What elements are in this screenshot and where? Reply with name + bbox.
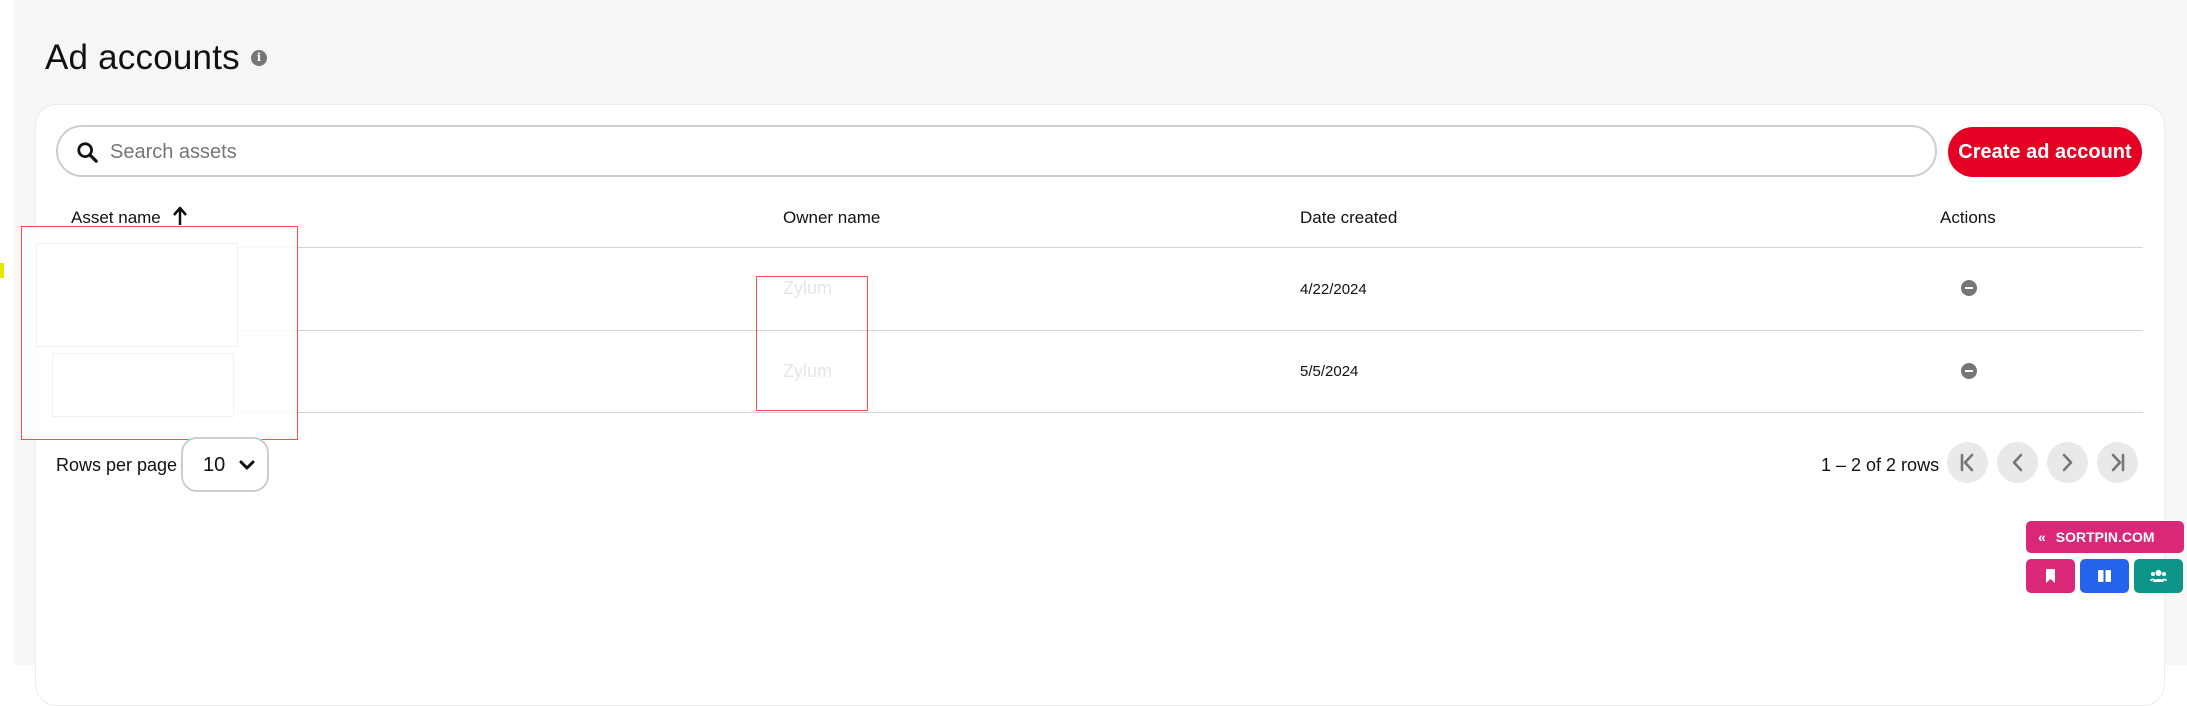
sortpin-badge[interactable]: « SORTPIN.COM xyxy=(2026,521,2184,553)
sort-ascending-icon[interactable] xyxy=(172,206,188,226)
header-divider xyxy=(56,247,2143,248)
redacted-asset-names xyxy=(21,226,298,440)
first-page-icon xyxy=(1960,453,1974,472)
last-page-icon xyxy=(2111,453,2125,472)
previous-page-button[interactable] xyxy=(1997,442,2038,483)
info-icon[interactable]: i xyxy=(251,50,267,66)
column-header-date-created[interactable]: Date created xyxy=(1300,206,1397,230)
first-page-button[interactable] xyxy=(1947,442,1988,483)
ad-accounts-card xyxy=(35,104,2165,706)
rows-per-page-value: 10 xyxy=(203,454,226,476)
pagination-range: 1 – 2 of 2 rows xyxy=(1821,455,1940,475)
next-page-icon xyxy=(2062,453,2073,472)
rows-per-page-label: Rows per page xyxy=(56,455,178,475)
search-field[interactable] xyxy=(56,125,1937,177)
row-divider xyxy=(56,330,2143,331)
last-page-button[interactable] xyxy=(2097,442,2138,483)
previous-page-icon xyxy=(2012,453,2023,472)
create-ad-account-button[interactable]: Create ad account xyxy=(1948,127,2142,177)
rows-per-page-select[interactable]: 10 xyxy=(181,437,269,492)
column-header-owner-name[interactable]: Owner name xyxy=(783,206,880,230)
users-icon xyxy=(2150,570,2167,582)
date-created-cell: 4/22/2024 xyxy=(1300,281,1367,298)
remove-icon[interactable] xyxy=(1961,280,1977,296)
bookmark-button[interactable] xyxy=(2026,559,2075,593)
next-page-button[interactable] xyxy=(2047,442,2088,483)
users-button[interactable] xyxy=(2134,559,2183,593)
double-chevron-left-icon: « xyxy=(2038,529,2046,545)
redacted-owner-names xyxy=(756,276,868,411)
redacted-asset-name-2 xyxy=(52,353,234,417)
page-title: Ad accounts xyxy=(45,38,240,77)
search-icon xyxy=(77,142,98,163)
search-input[interactable] xyxy=(108,127,1892,177)
date-created-cell: 5/5/2024 xyxy=(1300,363,1359,380)
bookmark-icon xyxy=(2046,569,2055,583)
columns-button[interactable] xyxy=(2080,559,2129,593)
column-header-actions: Actions xyxy=(1940,208,1996,227)
columns-icon xyxy=(2098,570,2111,582)
redacted-asset-name-1 xyxy=(36,243,238,347)
sortpin-label: SORTPIN.COM xyxy=(2055,529,2155,545)
edge-marker xyxy=(0,263,4,278)
row-divider xyxy=(56,412,2143,413)
remove-icon[interactable] xyxy=(1961,363,1977,379)
chevron-down-icon xyxy=(239,460,255,470)
